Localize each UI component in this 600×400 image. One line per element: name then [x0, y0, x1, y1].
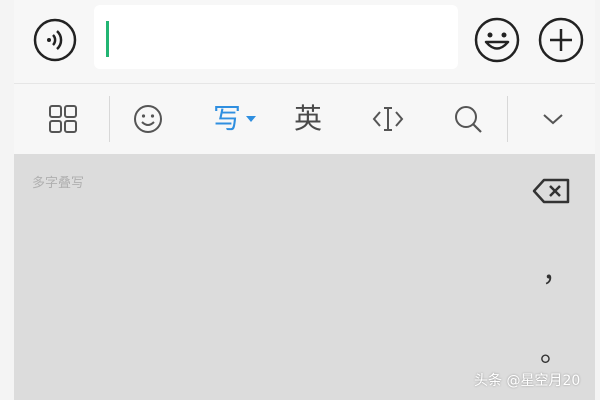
keyboard-toolbar: 写 英 [14, 84, 595, 154]
grid-icon [49, 105, 77, 133]
cursor-move-icon [372, 107, 404, 131]
plus-icon [538, 17, 584, 63]
collapse-keyboard-button[interactable] [530, 96, 576, 142]
handwriting-mode-button[interactable]: 写 [204, 96, 250, 142]
left-edge [0, 0, 14, 400]
watermark: 头条 @星空月20 [474, 373, 581, 389]
dropdown-caret-icon [246, 116, 256, 122]
emoji-button[interactable] [472, 15, 522, 65]
toolbar-divider [109, 96, 110, 142]
period-key[interactable]: 。 [540, 330, 568, 370]
english-label: 英 [293, 102, 322, 135]
backspace-button[interactable] [532, 176, 572, 206]
smiley-icon [134, 105, 162, 133]
emoji-panel-button[interactable] [125, 96, 171, 142]
add-button[interactable] [536, 15, 586, 65]
smiley-icon [474, 17, 520, 63]
search-icon [455, 106, 482, 133]
handwriting-label: 写 [212, 102, 241, 135]
search-button[interactable] [445, 96, 491, 142]
voice-icon [33, 18, 77, 62]
chevron-down-icon [543, 114, 563, 125]
backspace-icon [532, 178, 570, 204]
cursor-move-button[interactable] [365, 96, 411, 142]
chat-input-bar [14, 0, 595, 84]
handwriting-pad[interactable]: 多字叠写 ， 。 [14, 154, 595, 400]
english-mode-button[interactable]: 英 [285, 96, 331, 142]
text-caret [106, 21, 109, 57]
right-edge [595, 0, 600, 400]
toolbar-divider [507, 96, 508, 142]
handwriting-mode-label: 多字叠写 [32, 176, 85, 191]
voice-input-button[interactable] [32, 17, 78, 63]
menu-grid-button[interactable] [40, 96, 86, 142]
message-input[interactable] [94, 5, 458, 69]
comma-key[interactable]: ， [542, 250, 570, 290]
